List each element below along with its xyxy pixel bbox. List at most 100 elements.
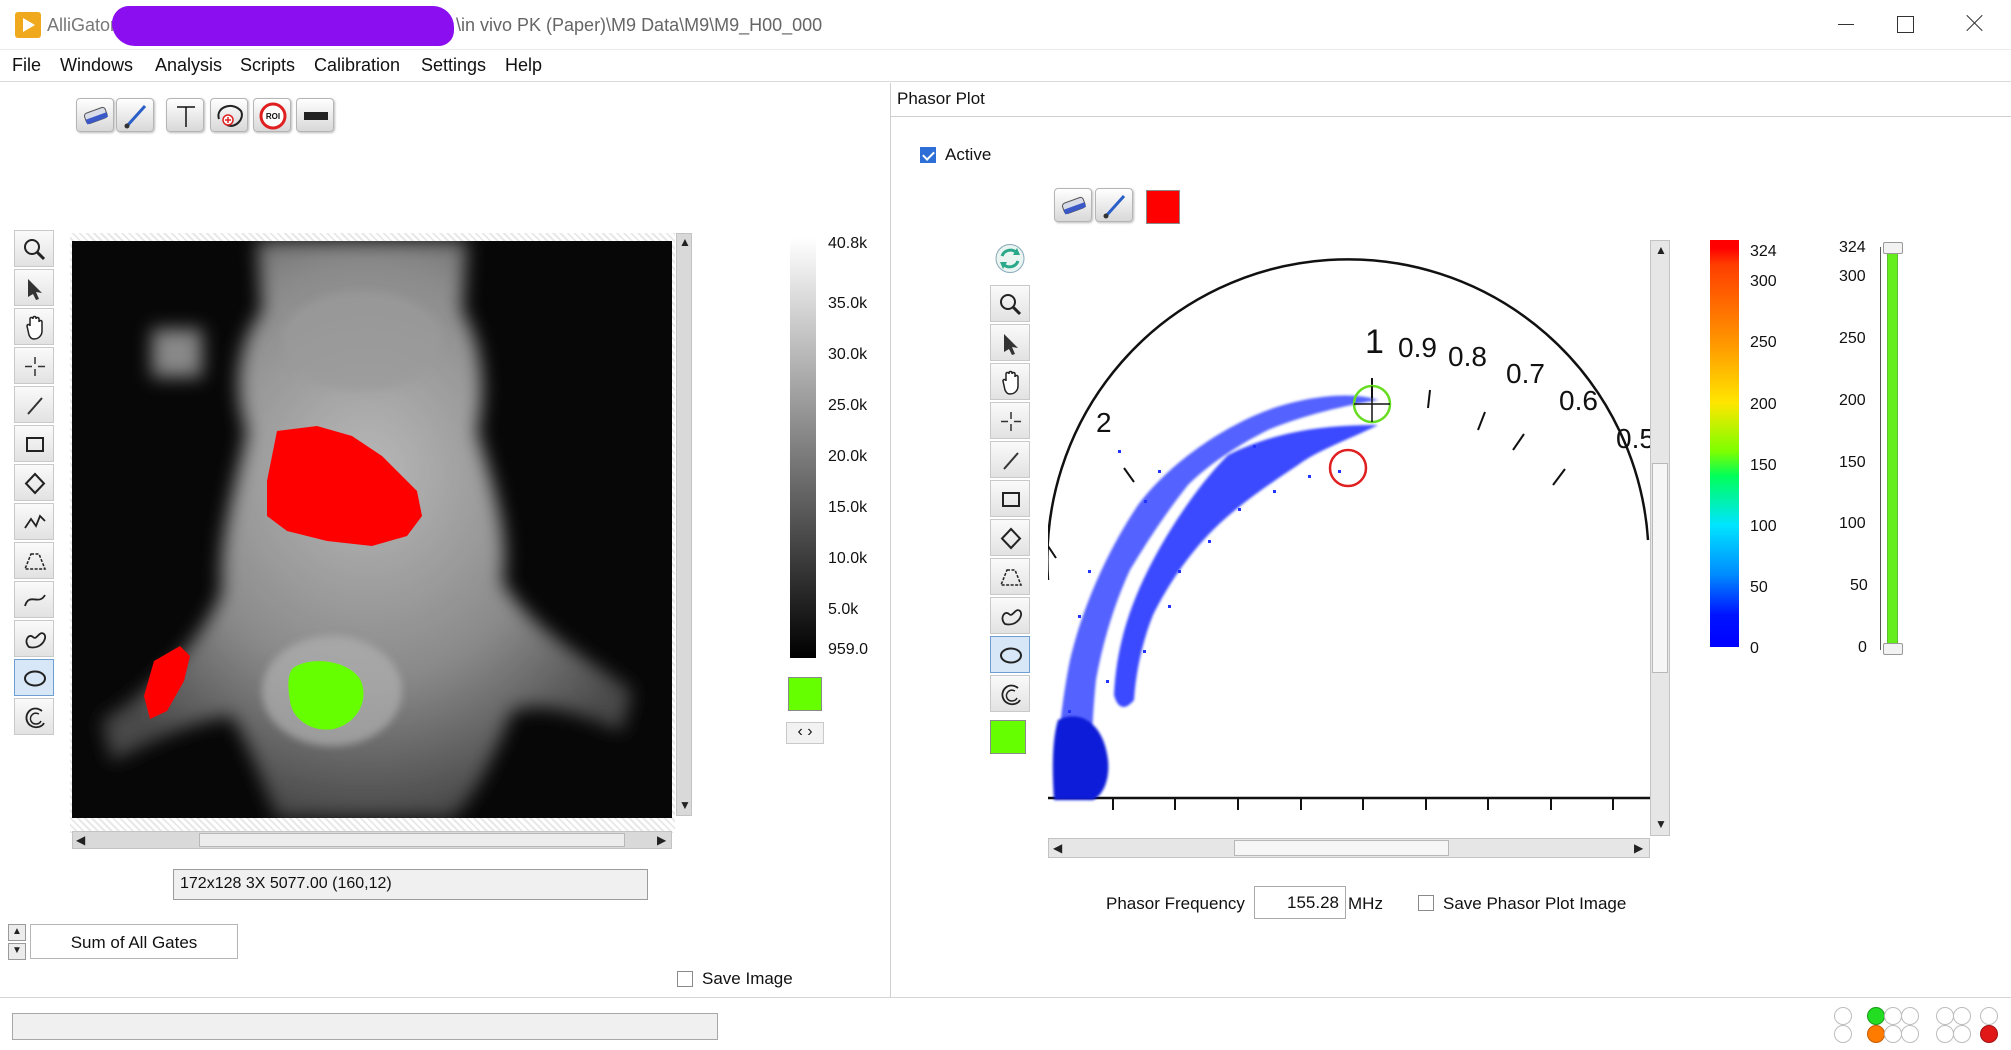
pointer-icon[interactable] — [990, 324, 1030, 361]
phasor-panel-header: Phasor Plot — [891, 83, 2011, 117]
polygon-tool-icon[interactable] — [990, 558, 1030, 595]
freehand-tool-icon[interactable] — [14, 503, 54, 540]
menu-analysis[interactable]: Analysis — [155, 55, 222, 76]
green-scale-handle-bottom[interactable] — [1883, 643, 1903, 655]
image-scroll-thumb[interactable] — [199, 833, 625, 847]
closed-curve-tool-icon[interactable] — [990, 597, 1030, 634]
roi-icon[interactable]: ROI — [253, 98, 291, 132]
menu-file[interactable]: File — [12, 55, 41, 76]
phasor-label-0-7: 0.7 — [1506, 358, 1545, 389]
closed-curve-tool-icon[interactable] — [14, 620, 54, 657]
menu-help[interactable]: Help — [505, 55, 542, 76]
green-scale-slider[interactable] — [1887, 247, 1898, 650]
phasor-vscroll-thumb[interactable] — [1652, 463, 1668, 673]
polygon-tool-icon[interactable] — [14, 542, 54, 579]
green-scale-tick: 50 — [1850, 577, 1868, 594]
phasor-green-swatch[interactable] — [990, 720, 1026, 754]
ellipse-tool-icon[interactable] — [990, 636, 1030, 673]
diamond-tool-icon[interactable] — [14, 464, 54, 501]
image-tool-palette — [14, 230, 56, 737]
rectangle-tool-icon[interactable] — [14, 425, 54, 462]
text-icon[interactable] — [166, 98, 204, 132]
line-tool-icon[interactable] — [990, 441, 1030, 478]
gate-spin-down[interactable]: ▼ — [8, 943, 26, 960]
window-app-name: AlliGator — [47, 15, 117, 35]
pan-hand-icon[interactable] — [14, 308, 54, 345]
phasor-plot[interactable]: 2 1 0.9 0.8 0.7 0.6 0.5 — [1048, 240, 1650, 810]
status-led — [1834, 1025, 1852, 1043]
circle-arc-tool-icon[interactable] — [990, 675, 1030, 712]
colorbar-tick: 0 — [1750, 640, 1759, 657]
active-checkbox[interactable] — [920, 147, 936, 163]
pointer-icon[interactable] — [14, 269, 54, 306]
phasor-label-0-8: 0.8 — [1448, 341, 1487, 372]
colorbar-tick: 200 — [1750, 396, 1777, 413]
minimize-button[interactable] — [1820, 8, 1870, 42]
phasor-label-0-9: 0.9 — [1398, 332, 1437, 363]
line-icon[interactable] — [296, 98, 334, 132]
brush-icon[interactable] — [116, 98, 154, 132]
rectangle-tool-icon[interactable] — [990, 480, 1030, 517]
status-bar — [0, 997, 2011, 1050]
menu-calibration[interactable]: Calibration — [314, 55, 400, 76]
gray-tick-label: 35.0k — [828, 295, 868, 312]
gray-tick-label: 959.0 — [828, 641, 869, 658]
phasor-horizontal-scrollbar[interactable]: ◀ ▶ — [1048, 838, 1650, 858]
colorbar-tick: 150 — [1750, 457, 1777, 474]
menu-windows[interactable]: Windows — [60, 55, 133, 76]
swatch-nav-arrows[interactable]: ‹ › — [786, 722, 824, 744]
image-horizontal-scrollbar[interactable]: ◀ ▶ — [72, 831, 672, 849]
phasor-roi-color-swatch[interactable] — [1146, 190, 1180, 224]
title-bar: AlliGator \in vivo PK (Paper)\M9 Data\M9… — [0, 0, 2011, 50]
pan-hand-icon[interactable] — [990, 363, 1030, 400]
refresh-icon[interactable] — [990, 240, 1030, 277]
status-led — [1953, 1025, 1971, 1043]
save-phasor-label: Save Phasor Plot Image — [1443, 894, 1627, 913]
crosshair-icon[interactable] — [14, 347, 54, 384]
zoom-icon[interactable] — [14, 230, 54, 267]
circle-arc-tool-icon[interactable] — [14, 698, 54, 735]
crosshair-icon[interactable] — [990, 402, 1030, 439]
menu-scripts[interactable]: Scripts — [240, 55, 295, 76]
line-tool-icon[interactable] — [14, 386, 54, 423]
save-phasor-checkbox[interactable] — [1418, 895, 1434, 911]
green-scale-tick: 200 — [1839, 392, 1866, 409]
colorbar-tick: 50 — [1750, 579, 1768, 596]
status-led — [1884, 1007, 1902, 1025]
ellipse-tool-icon[interactable] — [14, 659, 54, 696]
curve-tool-icon[interactable] — [14, 581, 54, 618]
status-led — [1884, 1025, 1902, 1043]
phasor-frequency-input[interactable]: 155.28 — [1254, 886, 1346, 919]
green-scale-axis — [1880, 247, 1881, 650]
roi-color-swatch[interactable] — [788, 677, 822, 711]
gate-selector[interactable]: Sum of All Gates — [30, 924, 238, 959]
save-image-checkbox[interactable] — [677, 971, 693, 987]
mouse-fluorescence-image[interactable] — [72, 241, 672, 818]
phasor-eraser-icon[interactable] — [1054, 188, 1092, 222]
green-scale-handle-top[interactable] — [1883, 242, 1903, 254]
menu-settings[interactable]: Settings — [421, 55, 486, 76]
diamond-tool-icon[interactable] — [990, 519, 1030, 556]
maximize-button[interactable] — [1880, 8, 1930, 42]
progress-bar — [12, 1013, 718, 1040]
status-led — [1901, 1007, 1919, 1025]
phasor-label-1: 1 — [1365, 323, 1384, 361]
svg-text:ROI: ROI — [266, 112, 280, 121]
phasor-label-0-6: 0.6 — [1559, 385, 1598, 416]
phasor-brush-icon[interactable] — [1095, 188, 1133, 222]
phasor-vertical-scrollbar[interactable]: ▲ ▼ — [1650, 240, 1670, 836]
phasor-tool-palette — [990, 240, 1032, 754]
zoom-icon[interactable] — [990, 285, 1030, 322]
phasor-frequency-unit: MHz — [1348, 894, 1383, 913]
gray-tick-label: 40.8k — [828, 235, 868, 252]
close-button[interactable] — [1950, 8, 2000, 42]
green-scale-tick: 324 — [1839, 239, 1866, 256]
eraser-icon[interactable] — [76, 98, 114, 132]
gate-spin-up[interactable]: ▲ — [8, 924, 26, 941]
phasor-hscroll-thumb[interactable] — [1234, 840, 1449, 856]
add-roi-icon[interactable] — [210, 98, 248, 132]
redacted-path-block — [112, 6, 454, 46]
image-vertical-scrollbar[interactable]: ▲ ▼ — [676, 233, 692, 816]
phasor-frequency-label: Phasor Frequency — [1106, 894, 1245, 913]
gray-tick-label: 20.0k — [828, 448, 868, 465]
